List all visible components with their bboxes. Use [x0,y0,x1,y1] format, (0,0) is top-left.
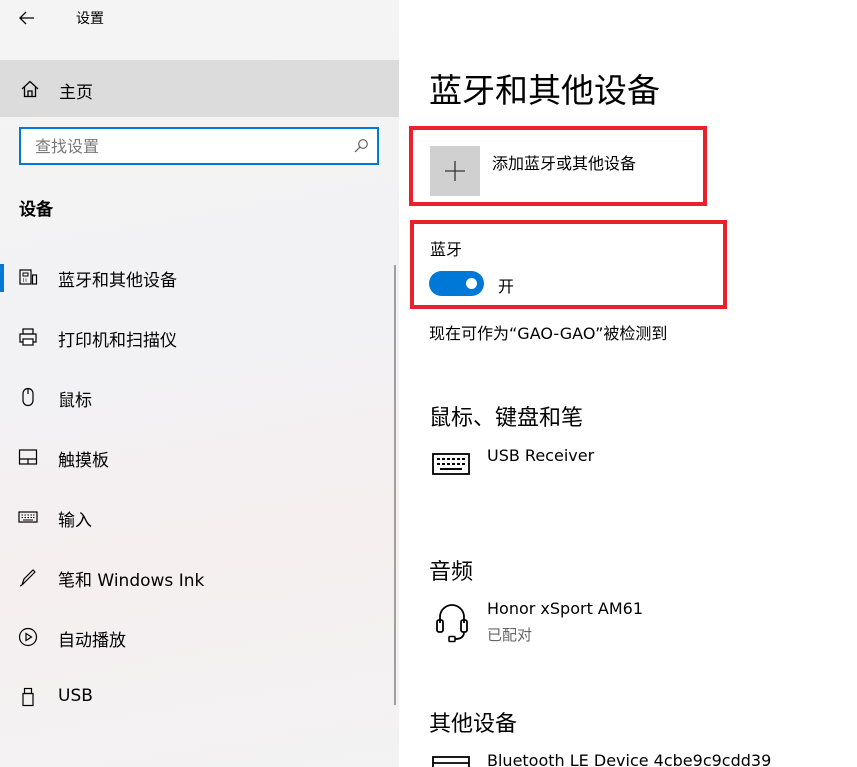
search-input[interactable] [21,129,341,163]
back-arrow-icon [19,11,34,25]
plus-icon [445,161,465,181]
device-icon [432,756,470,767]
discoverable-text: 现在可作为“GAO-GAO”被检测到 [429,324,668,343]
device-name: Bluetooth LE Device 4cbe9c9cdd39 [487,751,772,767]
device-honor-xsport[interactable]: Honor xSport AM61 已配对 [429,599,849,645]
group-heading-audio: 音频 [429,560,474,585]
selection-indicator [0,264,4,292]
bluetooth-label: 蓝牙 [430,240,463,259]
sidebar-item-home[interactable]: 主页 [0,60,399,117]
device-usb-receiver[interactable]: USB Receiver [429,446,849,486]
keyboard-icon [18,511,38,523]
home-icon [21,80,39,98]
device-name: Honor xSport AM61 [487,599,644,618]
autoplay-icon [18,627,38,647]
add-device-label: 添加蓝牙或其他设备 [492,154,637,173]
sidebar-item-printers[interactable]: 打印机和扫描仪 [0,308,399,368]
main-content: 蓝牙和其他设备 添加蓝牙或其他设备 蓝牙 开 现在可作为“GAO-GAO”被检测… [399,0,857,767]
sidebar-item-pen[interactable]: 笔和 Windows Ink [0,548,399,608]
page-title: 蓝牙和其他设备 [429,71,660,110]
sidebar-item-mouse[interactable]: 鼠标 [0,368,399,428]
sidebar-item-bluetooth-devices[interactable]: 蓝牙和其他设备 [0,248,399,308]
back-button[interactable] [14,6,42,30]
sidebar-item-label: 蓝牙和其他设备 [58,271,177,291]
headset-icon [436,604,468,643]
sidebar-item-label: 触摸板 [58,451,109,471]
bluetooth-toggle[interactable] [429,271,484,296]
plus-tile [430,146,480,196]
printer-icon [19,328,37,346]
home-label: 主页 [59,83,93,103]
device-bluetooth-le[interactable]: Bluetooth LE Device 4cbe9c9cdd39 [429,751,849,767]
device-name: USB Receiver [487,446,595,465]
sidebar-item-label: 输入 [58,511,92,531]
search-box [19,127,379,165]
toggle-knob [466,278,477,289]
sidebar-item-usb[interactable]: USB [0,668,399,728]
touchpad-icon [18,449,38,465]
section-heading: 设备 [19,200,53,220]
sidebar-item-label: 自动播放 [58,631,126,651]
group-heading-other-devices: 其他设备 [429,712,518,737]
usb-icon [22,687,34,707]
keyboard-icon [432,453,470,475]
sidebar-nav: 蓝牙和其他设备 打印机和扫描仪 鼠标 触摸板 输入 笔和 Windows Ink… [0,248,399,728]
sidebar-item-label: 打印机和扫描仪 [58,331,177,351]
bluetooth-state-label: 开 [498,277,515,296]
sidebar-item-label: 鼠标 [58,391,92,411]
sidebar-item-touchpad[interactable]: 触摸板 [0,428,399,488]
add-device-button[interactable]: 添加蓝牙或其他设备 [430,146,720,198]
bluetooth-devices-icon [19,269,38,285]
pen-icon [19,569,36,587]
sidebar-item-label: 笔和 Windows Ink [58,571,205,591]
title-bar: 设置 [0,0,399,36]
device-status: 已配对 [487,626,533,644]
search-icon[interactable] [353,138,369,154]
app-title: 设置 [76,11,104,27]
sidebar-item-autoplay[interactable]: 自动播放 [0,608,399,668]
sidebar-item-label: USB [58,686,93,706]
sidebar-scrollbar[interactable] [394,265,396,705]
mouse-icon [22,387,34,407]
sidebar-item-typing[interactable]: 输入 [0,488,399,548]
group-heading-mouse-keyboard-pen: 鼠标、键盘和笔 [429,406,584,431]
sidebar: 设置 主页 设备 蓝牙和其他设备 [0,0,399,767]
